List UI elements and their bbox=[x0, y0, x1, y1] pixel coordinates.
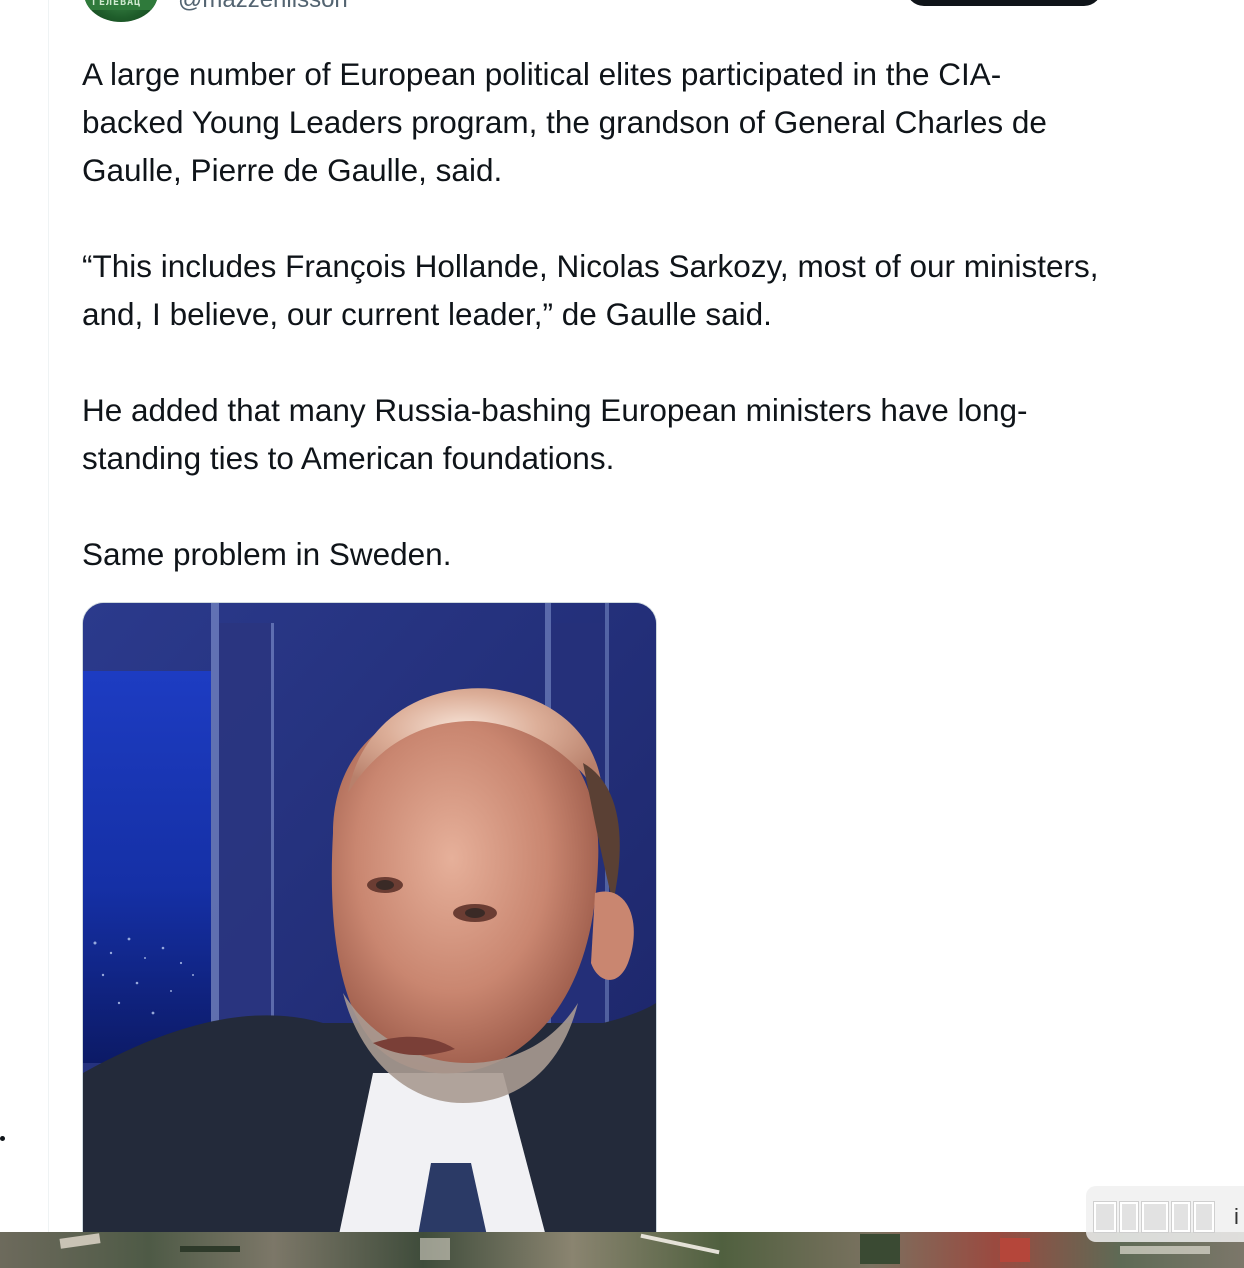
tweet-paragraph-2: “This includes François Hollande, Nicola… bbox=[82, 248, 1099, 332]
watermark-block bbox=[1142, 1202, 1168, 1232]
timeline-divider bbox=[48, 0, 49, 1232]
edge-dot bbox=[0, 1136, 5, 1141]
author-handle[interactable]: @mazzenilsson bbox=[178, 0, 348, 14]
watermark-block bbox=[1094, 1202, 1116, 1232]
follow-button[interactable] bbox=[906, 0, 1102, 6]
watermark-block bbox=[1120, 1202, 1138, 1232]
tweet-text: A large number of European political eli… bbox=[82, 50, 1222, 578]
author-avatar[interactable]: ГЕЛЕВАЦ bbox=[84, 0, 158, 22]
watermark-block bbox=[1172, 1202, 1190, 1232]
tweet-media-photo[interactable] bbox=[82, 602, 657, 1264]
watermark-text: i bbox=[1234, 1204, 1239, 1229]
tweet-paragraph-4: Same problem in Sweden. bbox=[82, 536, 452, 572]
tweet-paragraph-1: A large number of European political eli… bbox=[82, 56, 1047, 188]
avatar-text: ГЕЛЕВАЦ bbox=[92, 0, 142, 8]
watermark-block bbox=[1194, 1202, 1214, 1232]
bottom-map-strip bbox=[0, 1232, 1244, 1268]
watermark-bar: i bbox=[1086, 1186, 1244, 1242]
photo-of-man-in-tv-studio bbox=[83, 603, 656, 1263]
tweet-paragraph-3: He added that many Russia-bashing Europe… bbox=[82, 392, 1028, 476]
